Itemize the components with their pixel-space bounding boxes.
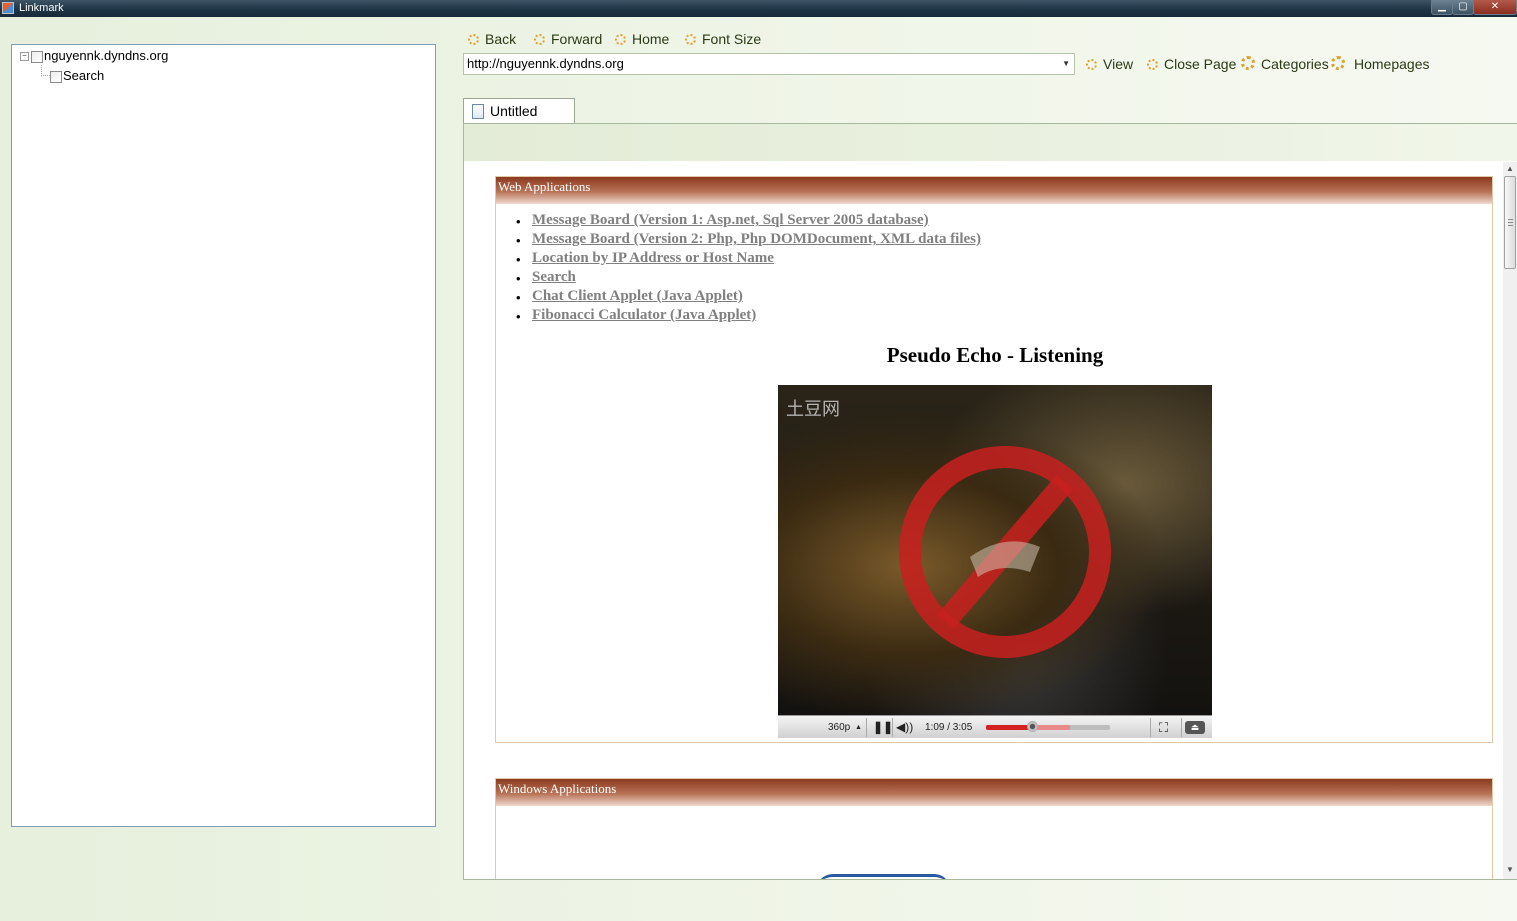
close-page-button[interactable]: Close Page — [1147, 56, 1236, 72]
forward-button[interactable]: Forward — [534, 31, 602, 47]
volume-icon[interactable]: ◀)) — [896, 716, 913, 738]
video-controls: 360p ▲ ❚❚ ◀)) 1:09 / 3:05 ⛶ ⏏ — [778, 715, 1212, 738]
minimize-button[interactable]: ▁ — [1431, 0, 1453, 15]
eject-icon[interactable]: ⏏ — [1185, 721, 1205, 734]
video-player[interactable]: 土豆网 360p ▲ ❚❚ ◀)) 1:09 / 3:05 ⛶ ⏏ — [778, 385, 1212, 738]
app-icon — [2, 2, 14, 14]
time-display: 1:09 / 3:05 — [925, 722, 973, 733]
page-icon — [472, 104, 484, 119]
link-chat-client[interactable]: Chat Client Applet (Java Applet) — [516, 287, 981, 307]
quality-caret-icon: ▲ — [855, 724, 862, 731]
loading-spinner-icon — [468, 34, 479, 45]
collapse-icon[interactable]: − — [20, 52, 29, 62]
browser-content: Web Applications Message Board (Version … — [463, 123, 1517, 880]
loading-spinner-icon — [615, 34, 626, 45]
tree-checkbox[interactable] — [50, 70, 62, 83]
close-page-label: Close Page — [1164, 56, 1237, 72]
tree-connector — [41, 65, 50, 76]
section-header: Web Applications — [496, 177, 1492, 204]
seek-handle[interactable] — [1026, 721, 1038, 732]
link-fibonacci[interactable]: Fibonacci Calculator (Java Applet) — [516, 306, 981, 326]
font-size-label: Font Size — [702, 31, 762, 47]
window-titlebar: Linkmark ▁ ▢ ✕ — [0, 0, 1517, 17]
video-title: Pseudo Echo - Listening — [886, 343, 1104, 367]
tree-node-label: Search — [63, 68, 105, 83]
pause-icon[interactable]: ❚❚ — [873, 716, 893, 738]
home-label: Home — [632, 31, 670, 47]
scroll-down-icon[interactable]: ▼ — [1503, 863, 1517, 877]
maximize-button[interactable]: ▢ — [1452, 0, 1474, 15]
divider — [892, 718, 893, 737]
link-search[interactable]: Search — [516, 268, 981, 288]
video-frame[interactable]: 土豆网 — [778, 385, 1212, 715]
address-combobox[interactable]: http://nguyennk.dyndns.org ▼ — [463, 53, 1075, 75]
loading-spinner-icon — [1241, 56, 1255, 70]
app-logo-partial — [816, 874, 951, 879]
address-value: http://nguyennk.dyndns.org — [467, 56, 624, 71]
dropdown-arrow-icon[interactable]: ▼ — [1062, 54, 1070, 74]
grip — [1508, 222, 1513, 223]
loading-spinner-icon — [1086, 59, 1097, 70]
back-label: Back — [485, 31, 517, 47]
quality-selector[interactable]: 360p — [828, 716, 850, 738]
frame-header-band — [464, 124, 1517, 161]
divider — [1150, 718, 1151, 737]
font-size-button[interactable]: Font Size — [685, 31, 761, 47]
scroll-thumb[interactable] — [1504, 176, 1516, 269]
tree-node-root[interactable]: − nguyennk.dyndns.org — [20, 48, 168, 63]
homepages-label: Homepages — [1354, 56, 1430, 72]
section-header: Windows Applications — [496, 779, 1492, 806]
divider — [1181, 718, 1182, 737]
grip — [1508, 225, 1513, 226]
link-ip-location[interactable]: Location by IP Address or Host Name — [516, 249, 981, 269]
loading-spinner-icon — [685, 34, 696, 45]
tree-checkbox[interactable] — [31, 50, 43, 63]
link-message-board-v2[interactable]: Message Board (Version 2: Php, Php DOMDo… — [516, 230, 981, 250]
windows-applications-section: Windows Applications — [495, 778, 1493, 879]
tree-node-search[interactable]: Search — [50, 68, 104, 83]
view-button[interactable]: View — [1086, 56, 1133, 72]
played-fill — [986, 725, 1032, 730]
page-scrollbar[interactable]: ▲ ▼ — [1503, 162, 1517, 879]
loading-spinner-icon — [1147, 59, 1158, 70]
back-button[interactable]: Back — [468, 31, 516, 47]
video-watermark: 土豆网 — [786, 399, 840, 419]
homepages-button[interactable]: Homepages — [1331, 56, 1430, 72]
web-applications-section: Web Applications Message Board (Version … — [495, 176, 1493, 743]
loading-spinner-icon — [1331, 56, 1345, 70]
categories-label: Categories — [1261, 56, 1329, 72]
close-window-button[interactable]: ✕ — [1473, 0, 1517, 15]
grip — [1508, 219, 1513, 220]
loading-spinner-icon — [534, 34, 545, 45]
view-label: View — [1103, 56, 1134, 72]
scroll-up-icon[interactable]: ▲ — [1503, 162, 1517, 176]
prohibited-sign-icon — [899, 446, 1111, 658]
bookmark-tree: − nguyennk.dyndns.org Search — [11, 44, 436, 827]
home-button[interactable]: Home — [615, 31, 669, 47]
tree-node-label: nguyennk.dyndns.org — [44, 48, 169, 63]
link-message-board-v1[interactable]: Message Board (Version 1: Asp.net, Sql S… — [516, 211, 981, 231]
seek-bar[interactable] — [986, 721, 1110, 732]
window-title: Linkmark — [19, 2, 64, 14]
tab-untitled-page[interactable]: Untitled Page — [463, 98, 575, 143]
fullscreen-icon[interactable]: ⛶ — [1159, 716, 1168, 738]
categories-button[interactable]: Categories — [1241, 56, 1329, 72]
web-app-links: Message Board (Version 1: Asp.net, Sql S… — [516, 211, 981, 326]
forward-label: Forward — [551, 31, 603, 47]
divider — [866, 718, 867, 737]
